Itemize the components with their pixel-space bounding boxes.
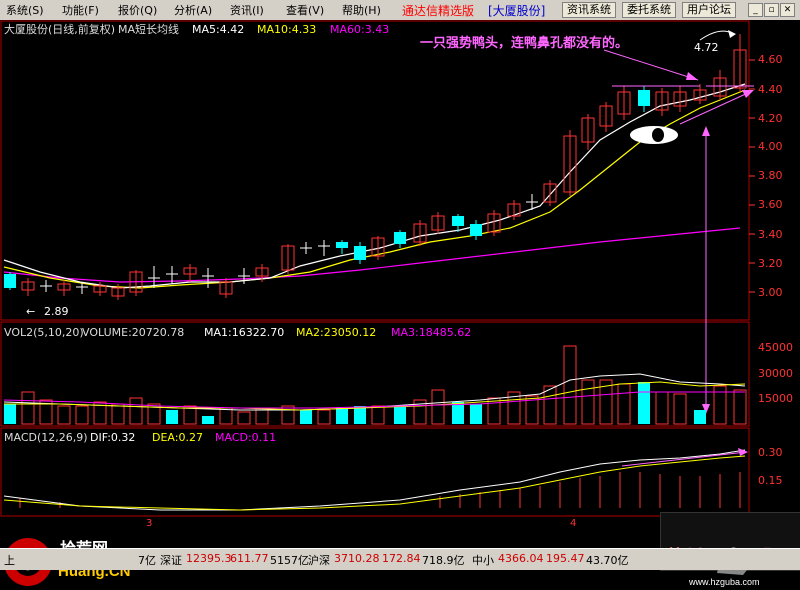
price-tick: 3.80 <box>758 169 783 182</box>
price-header-name: 大厦股份(日线,前复权) <box>4 22 115 36</box>
sz-label[interactable]: 深证 <box>160 552 182 568</box>
price-tick: 4.40 <box>758 83 783 96</box>
low-arrow-icon: ← <box>26 305 35 318</box>
menu-analysis[interactable]: 分析(A) <box>174 2 212 18</box>
macd-tick: 0.30 <box>758 446 783 459</box>
status-bar: 上 7亿 深证 12395.3 611.77 5157亿 沪深 3710.28 … <box>0 548 800 570</box>
menu-function[interactable]: 功能(F) <box>62 2 99 18</box>
info-system-button[interactable]: 资讯系统 <box>562 2 616 18</box>
chart-area[interactable]: 大厦股份(日线,前复权) MA短长均线 MA5:4.42 MA10:4.33 M… <box>0 20 800 548</box>
price-axis: 4.60 4.40 4.20 4.00 3.80 3.60 3.40 3.20 … <box>758 53 783 299</box>
hs-label[interactable]: 沪深 <box>308 552 330 568</box>
sh-amount: 7亿 <box>138 554 156 567</box>
macd-dif-label: DIF:0.32 <box>90 431 135 444</box>
restore-icon[interactable]: ▫ <box>764 3 779 17</box>
vol-header-volume: VOLUME:20720.78 <box>82 326 184 339</box>
sh-label: 上 <box>4 554 15 567</box>
macd-tick: 0.15 <box>758 474 783 487</box>
sz-amount: 5157亿 <box>270 554 309 567</box>
macd-value-label: MACD:0.11 <box>215 431 276 444</box>
app-title: 通达信精选版 <box>402 4 475 18</box>
zx-amount: 43.70亿 <box>586 554 629 567</box>
vol-ma3-label: MA3:18485.62 <box>391 326 471 339</box>
macd-header-name: MACD(12,26,9) <box>4 431 88 444</box>
vol-tick: 15000 <box>758 392 793 405</box>
ma60-label: MA60:3.43 <box>330 23 389 36</box>
menu-view[interactable]: 查看(V) <box>286 2 324 18</box>
hs-index: 3710.28 <box>334 552 380 565</box>
menu-help[interactable]: 帮助(H) <box>342 2 381 18</box>
price-tick: 3.60 <box>758 198 783 211</box>
vol-ma1-label: MA1:16322.70 <box>204 326 284 339</box>
sz-change: 611.77 <box>230 552 269 565</box>
price-tick: 4.00 <box>758 140 783 153</box>
macd-dea-label: DEA:0.27 <box>152 431 203 444</box>
svg-text:www.hzguba.com: www.hzguba.com <box>688 577 760 587</box>
zx-index: 4366.04 <box>498 552 544 565</box>
vol-tick: 45000 <box>758 341 793 354</box>
annotation-text: 一只强势鸭头，连鸭鼻孔都没有的。 <box>420 35 628 51</box>
zx-label[interactable]: 中小 <box>472 552 494 568</box>
vol-ma2-label: MA2:23050.12 <box>296 326 376 339</box>
menu-quote[interactable]: 报价(Q) <box>118 2 157 18</box>
sz-index: 12395.3 <box>186 552 232 565</box>
low-price-label: 2.89 <box>44 305 69 318</box>
candle <box>4 272 16 290</box>
vol-header-name: VOL2(5,10,20) <box>4 326 84 339</box>
zx-change: 195.47 <box>546 552 585 565</box>
price-tick: 4.60 <box>758 53 783 66</box>
close-icon[interactable]: ✕ <box>780 3 795 17</box>
month-label: 4 <box>570 518 576 529</box>
menu-system[interactable]: 系统(S) <box>6 2 44 18</box>
high-price-label: 4.72 <box>694 41 719 54</box>
ma5-label: MA5:4.42 <box>192 23 244 36</box>
price-tick: 3.20 <box>758 257 783 270</box>
price-tick: 3.40 <box>758 228 783 241</box>
price-header-indicator: MA短长均线 <box>118 22 179 36</box>
hs-amount: 718.9亿 <box>422 554 465 567</box>
minimize-icon[interactable]: _ <box>748 3 763 17</box>
hs-change: 172.84 <box>382 552 421 565</box>
menu-info[interactable]: 资讯(I) <box>230 2 264 18</box>
ma10-label: MA10:4.33 <box>257 23 316 36</box>
price-tick: 4.20 <box>758 112 783 125</box>
stock-title: [大厦股份] <box>488 4 546 18</box>
user-forum-button[interactable]: 用户论坛 <box>682 2 736 18</box>
trade-system-button[interactable]: 委托系统 <box>622 2 676 18</box>
price-tick: 3.00 <box>758 286 783 299</box>
vol-tick: 30000 <box>758 367 793 380</box>
menu-bar: 系统(S) 功能(F) 报价(Q) 分析(A) 资讯(I) 查看(V) 帮助(H… <box>0 0 800 21</box>
